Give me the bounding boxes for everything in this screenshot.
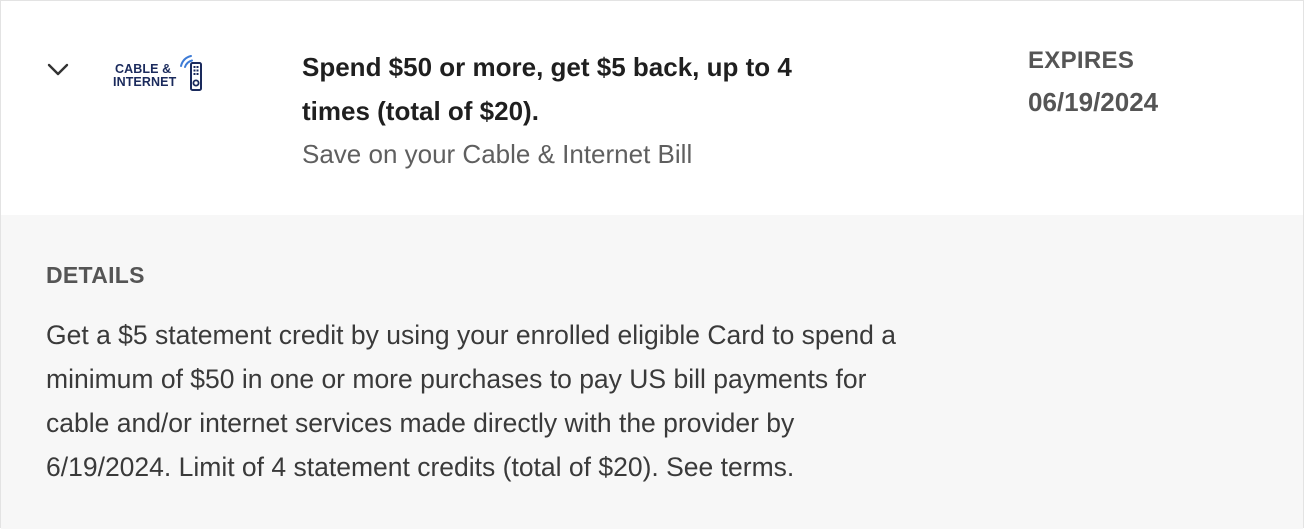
chevron-down-icon[interactable] — [41, 53, 75, 87]
details-panel: DETAILS Get a $5 statement credit by usi… — [1, 215, 1303, 529]
details-line-2: minimum of $50 in one or more purchases … — [46, 364, 867, 394]
details-line-1: Get a $5 statement credit by using your … — [46, 320, 896, 350]
details-line-4: 6/19/2024. Limit of 4 statement credits … — [46, 452, 795, 482]
offer-title-line-2: times (total of $20). — [302, 96, 539, 126]
details-heading: DETAILS — [46, 262, 145, 288]
offer-title-line-1: Spend $50 or more, get $5 back, up to 4 — [302, 52, 792, 82]
expires-label: EXPIRES — [1028, 47, 1135, 74]
details-line-3: cable and/or internet services made dire… — [46, 408, 795, 438]
offer-card: CABLE & INTERNET Spend $50 or more, get … — [0, 0, 1304, 529]
expires-date: 06/19/2024 — [1028, 87, 1159, 117]
offer-description: Spend $50 or more, get $5 back, up to 4 … — [302, 45, 922, 175]
offer-title: Spend $50 or more, get $5 back, up to 4 … — [302, 45, 922, 133]
logo-line-2: INTERNET — [113, 75, 177, 89]
cable-internet-logo: CABLE & INTERNET — [113, 52, 205, 94]
offer-subtitle: Save on your Cable & Internet Bill — [302, 139, 693, 169]
wifi-remote-icon — [180, 55, 202, 91]
offer-summary-row[interactable]: CABLE & INTERNET Spend $50 or more, get … — [1, 1, 1303, 216]
expiration-info: EXPIRES 06/19/2024 — [1028, 41, 1158, 123]
details-body: Get a $5 statement credit by using your … — [46, 313, 1036, 489]
